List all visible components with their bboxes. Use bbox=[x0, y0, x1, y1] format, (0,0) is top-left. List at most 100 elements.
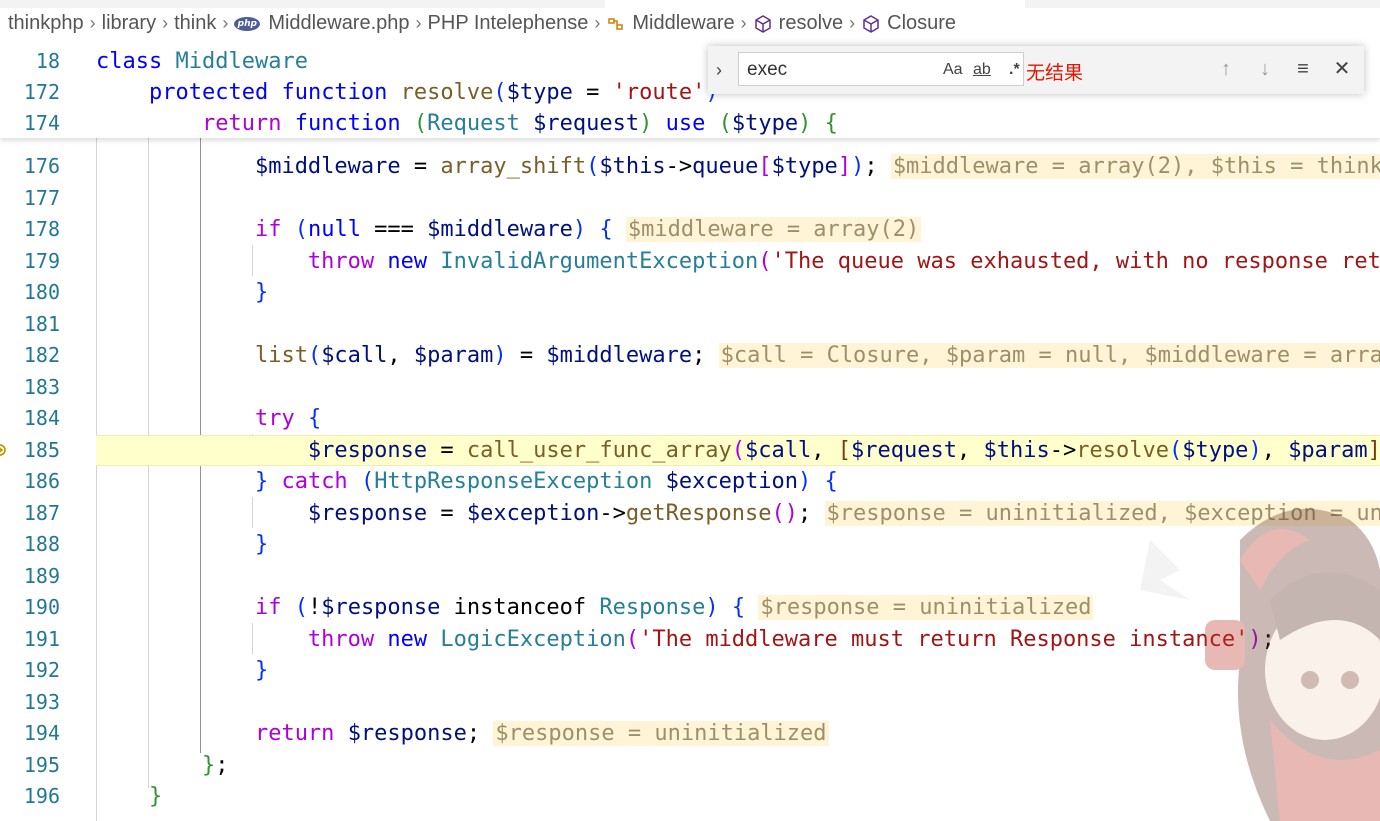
code-line: throw new LogicException('The middleware… bbox=[307, 627, 1275, 652]
previous-match-arrow-up-icon[interactable]: ↑ bbox=[1213, 56, 1239, 82]
code-row[interactable]: 186 } catch (HttpResponseException $exce… bbox=[0, 466, 1380, 497]
line-number: 184 bbox=[23, 406, 60, 430]
chevron-right-icon: › bbox=[594, 13, 601, 33]
class-symbol-icon bbox=[608, 17, 624, 30]
line-number: 192 bbox=[23, 658, 60, 682]
match-whole-word-button[interactable]: ab bbox=[973, 59, 991, 81]
function-symbol-icon bbox=[863, 14, 879, 33]
code-row[interactable]: 177 bbox=[0, 183, 1380, 214]
line-number: 179 bbox=[23, 249, 60, 273]
code-row[interactable]: 181 bbox=[0, 309, 1380, 340]
line-number: 182 bbox=[23, 343, 60, 367]
line-number: 189 bbox=[23, 564, 60, 588]
breadcrumb-item-library[interactable]: library bbox=[102, 12, 156, 35]
line-number: 193 bbox=[23, 690, 60, 714]
inline-debug-value: $response = uninitialized, $exception = … bbox=[824, 501, 1380, 526]
sticky-line[interactable]: 174 return function (Request $request) u… bbox=[0, 108, 1380, 139]
line-number: 195 bbox=[23, 753, 60, 777]
code-row[interactable]: 180 } bbox=[0, 277, 1380, 308]
code-line: } bbox=[254, 658, 269, 683]
line-number: 178 bbox=[23, 217, 60, 241]
chevron-right-icon: › bbox=[415, 13, 422, 33]
code-row[interactable]: 187 $response = $exception->getResponse(… bbox=[0, 498, 1380, 529]
code-row[interactable]: 191 throw new LogicException('The middle… bbox=[0, 624, 1380, 655]
code-line: throw new InvalidArgumentException('The … bbox=[307, 249, 1380, 274]
code-line: return function (Request $request) use (… bbox=[201, 111, 838, 136]
tab-strip bbox=[0, 0, 1380, 8]
breadcrumb-item-closure[interactable]: Closure bbox=[861, 12, 956, 35]
code-row[interactable]: 195 }; bbox=[0, 750, 1380, 781]
code-line: try { bbox=[254, 406, 322, 431]
inline-debug-value: $response = uninitialized bbox=[758, 595, 1094, 620]
line-number: 18 bbox=[35, 49, 60, 73]
code-line: if (!$response instanceof Response) { $r… bbox=[254, 595, 1094, 620]
code-row[interactable]: 184 try { bbox=[0, 403, 1380, 434]
next-match-arrow-down-icon[interactable]: ↓ bbox=[1252, 56, 1278, 82]
code-line: list($call, $param) = $middleware; $call… bbox=[96, 340, 1380, 371]
code-line: protected function resolve($type = 'rout… bbox=[148, 80, 719, 105]
toggle-replace-chevron-icon[interactable]: › bbox=[716, 58, 732, 82]
find-no-results: 无结果 bbox=[1026, 62, 1084, 84]
code-row[interactable]: 183 bbox=[0, 372, 1380, 403]
code-line: class Middleware bbox=[96, 49, 308, 74]
chevron-right-icon: › bbox=[849, 13, 856, 33]
code-line: $middleware = array_shift($this->queue[$… bbox=[96, 151, 1380, 182]
line-number: 181 bbox=[23, 312, 60, 336]
line-number: 185 bbox=[23, 438, 60, 462]
code-line: }; bbox=[201, 753, 229, 778]
line-number: 177 bbox=[23, 186, 60, 210]
breadcrumb-item-method[interactable]: resolve bbox=[753, 12, 843, 35]
line-number: 174 bbox=[23, 111, 60, 135]
line-number: 190 bbox=[23, 595, 60, 619]
find-input[interactable] bbox=[745, 57, 909, 83]
regex-button[interactable]: .* bbox=[1009, 59, 1020, 81]
active-tab-indicator bbox=[605, 0, 1025, 8]
find-widget: › Aa ab .* 无结果 ↑ ↓ ≡ ✕ bbox=[708, 46, 1364, 94]
breadcrumb-closure-label: Closure bbox=[887, 12, 957, 34]
chevron-right-icon: › bbox=[162, 13, 169, 33]
breadcrumb-item-thinkphp[interactable]: thinkphp bbox=[8, 12, 84, 35]
code-row[interactable]: 193 bbox=[0, 687, 1380, 718]
code-row[interactable]: 178 if (null === $middleware) { $middlew… bbox=[0, 214, 1380, 245]
close-icon[interactable]: ✕ bbox=[1329, 56, 1355, 82]
code-row[interactable]: 179 throw new InvalidArgumentException('… bbox=[0, 246, 1380, 277]
find-in-selection-icon[interactable]: ≡ bbox=[1290, 56, 1316, 82]
code-line: } bbox=[148, 784, 163, 809]
code-row[interactable]: 192 } bbox=[0, 655, 1380, 686]
line-number: 191 bbox=[23, 627, 60, 651]
code-row[interactable]: 182 list($call, $param) = $middleware; $… bbox=[0, 340, 1380, 371]
match-case-button[interactable]: Aa bbox=[943, 59, 963, 81]
chevron-right-icon: › bbox=[222, 13, 229, 33]
code-row[interactable]: 176 $middleware = array_shift($this->que… bbox=[0, 151, 1380, 182]
code-row[interactable]: 196 } bbox=[0, 781, 1380, 812]
code-line: } bbox=[254, 280, 269, 305]
current-execution-row[interactable]: 185 $response = call_user_func_array($ca… bbox=[0, 435, 1380, 466]
method-symbol-icon bbox=[754, 14, 771, 33]
line-number: 172 bbox=[23, 80, 60, 104]
breadcrumb-item-intelephense[interactable]: PHP Intelephense bbox=[428, 12, 589, 35]
code-line: $response = call_user_func_array($call, … bbox=[307, 438, 1380, 463]
code-row[interactable]: 188 } bbox=[0, 529, 1380, 560]
line-number: 183 bbox=[23, 375, 60, 399]
code-row[interactable]: 194 return $response; $response = uninit… bbox=[0, 718, 1380, 749]
code-line: return $response; $response = uninitiali… bbox=[254, 721, 829, 746]
breadcrumb-item-class[interactable]: Middleware bbox=[606, 12, 735, 35]
code-row[interactable]: 190 if (!$response instanceof Response) … bbox=[0, 592, 1380, 623]
code-line: $response = $exception->getResponse(); $… bbox=[96, 498, 1380, 529]
breadcrumb-item-file[interactable]: php Middleware.php bbox=[234, 12, 410, 35]
line-number: 196 bbox=[23, 784, 60, 808]
code-editor[interactable]: 176 $middleware = array_shift($this->que… bbox=[0, 138, 1380, 821]
php-file-icon: php bbox=[234, 16, 261, 31]
line-number: 194 bbox=[23, 721, 60, 745]
find-input-box[interactable]: Aa ab .* bbox=[738, 52, 1024, 86]
line-number: 176 bbox=[23, 154, 60, 178]
breadcrumb-item-think[interactable]: think bbox=[174, 12, 216, 35]
code-line: if (null === $middleware) { $middleware … bbox=[254, 217, 922, 242]
inline-debug-value: $response = uninitialized bbox=[493, 721, 829, 746]
breadcrumb: thinkphp › library › think › php Middlew… bbox=[0, 0, 1380, 46]
code-row[interactable]: 189 bbox=[0, 561, 1380, 592]
chevron-right-icon: › bbox=[740, 13, 747, 33]
breadcrumb-class-label: Middleware bbox=[632, 12, 735, 34]
chevron-right-icon: › bbox=[89, 13, 96, 33]
inline-debug-value: $middleware = array(2) bbox=[625, 217, 922, 242]
